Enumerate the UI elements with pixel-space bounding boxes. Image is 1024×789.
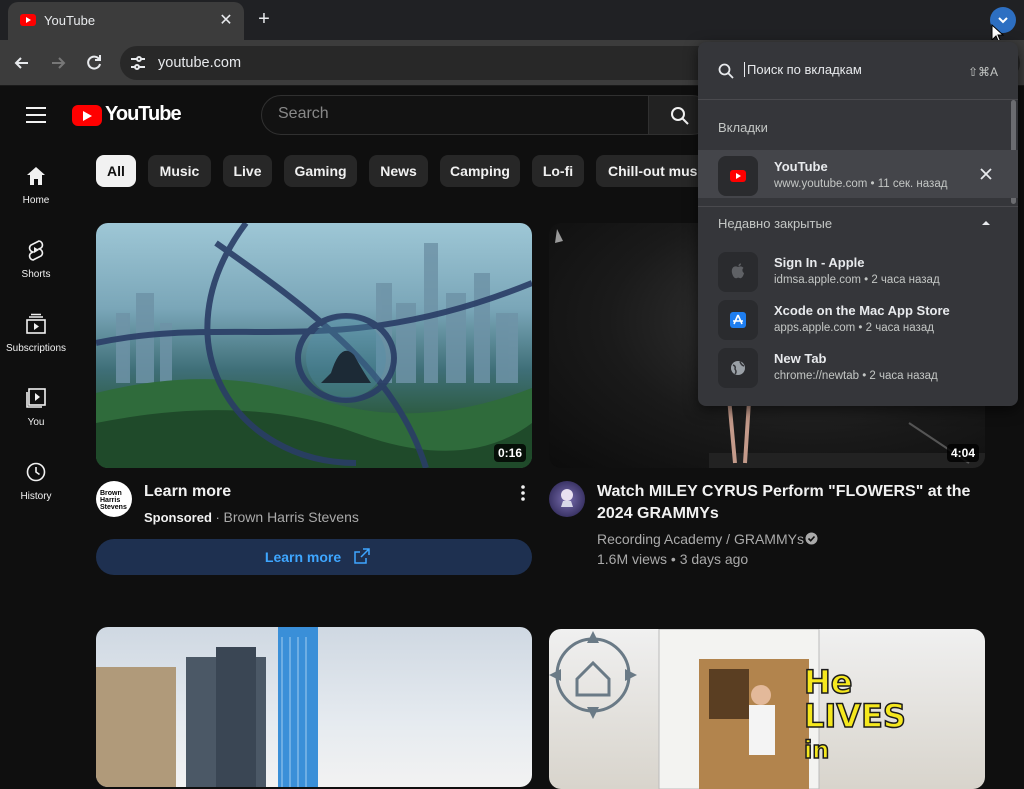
youtube-logo-text[interactable]: YouTube — [105, 103, 182, 126]
thumbnail-overlay-text: LIVES — [803, 697, 906, 735]
tab-item-title: New Tab — [774, 351, 827, 366]
city-artwork-image — [96, 223, 532, 468]
learn-more-button[interactable]: Learn more — [96, 539, 532, 575]
globe-icon — [718, 348, 758, 388]
chip-gaming[interactable]: Gaming — [284, 155, 357, 187]
recently-closed-header[interactable]: Недавно закрытые — [718, 216, 832, 231]
video-stats: 1.6M views • 3 days ago — [597, 551, 749, 567]
chip-camping[interactable]: Camping — [440, 155, 520, 187]
sidebar-label: Shorts — [21, 269, 51, 280]
recently-closed-item[interactable]: New Tab chrome://newtab • 2 часа назад — [698, 342, 1018, 390]
channel-avatar[interactable] — [549, 481, 585, 517]
sidebar-label: History — [20, 491, 52, 502]
buildings-image — [96, 627, 318, 787]
sidebar-item-you[interactable]: You — [0, 387, 72, 451]
more-options-icon[interactable] — [518, 484, 528, 502]
new-tab-button[interactable]: + — [254, 9, 274, 29]
ad-meta: Sponsored · Brown Harris Stevens — [144, 509, 359, 525]
tab-item-title: Xcode on the Mac App Store — [774, 303, 950, 318]
open-tabs-header: Вкладки — [718, 120, 768, 135]
close-tab-icon[interactable] — [980, 168, 992, 180]
chip-all[interactable]: All — [96, 155, 136, 187]
external-link-icon — [354, 548, 370, 564]
url-text: youtube.com — [158, 55, 242, 71]
verified-icon — [805, 532, 818, 545]
learn-more-label: Learn more — [264, 549, 342, 565]
browser-tab-youtube[interactable]: YouTube ✕ — [8, 2, 244, 40]
home-icon — [27, 167, 45, 185]
advertiser-name: Brown Harris Stevens — [223, 509, 359, 525]
site-settings-icon[interactable] — [128, 53, 148, 73]
keyboard-shortcut: ⇧⌘A — [967, 65, 998, 79]
tiny-house-image — [549, 629, 820, 789]
channel-name[interactable]: Recording Academy / GRAMMYs — [597, 531, 804, 547]
sidebar-label: You — [27, 417, 45, 428]
chip-live[interactable]: Live — [223, 155, 272, 187]
sidebar-item-history[interactable]: History — [0, 461, 72, 525]
tab-search-input[interactable] — [744, 62, 944, 77]
tab-item-title: Sign In - Apple — [774, 255, 865, 270]
tab-item-title: YouTube — [774, 159, 828, 174]
tab-item-subtitle: apps.apple.com • 2 часа назад — [774, 322, 934, 334]
sidebar-item-home[interactable]: Home — [0, 165, 72, 229]
video-duration: 4:04 — [946, 444, 979, 462]
youtube-logo-icon[interactable] — [72, 105, 102, 126]
meta-dot: · — [215, 510, 220, 525]
video-thumbnail[interactable]: 0:16 — [96, 223, 532, 468]
recently-closed-item[interactable]: Sign In - Apple idmsa.apple.com • 2 часа… — [698, 246, 1018, 294]
tab-search-header: ⇧⌘A — [698, 42, 1018, 100]
youtube-favicon-icon — [20, 14, 36, 26]
menu-icon[interactable] — [26, 107, 46, 123]
you-icon — [26, 388, 46, 408]
chip-chill-out-music[interactable]: Chill-out music — [596, 155, 706, 187]
sidebar-label: Home — [22, 195, 50, 206]
thumbnail-overlay-text: in — [803, 735, 830, 765]
chevron-up-icon[interactable] — [982, 220, 990, 226]
video-title[interactable]: Learn more — [144, 481, 231, 503]
chip-music[interactable]: Music — [148, 155, 211, 187]
tab-item-subtitle: idmsa.apple.com • 2 часа назад — [774, 274, 940, 286]
search-icon — [671, 107, 689, 125]
shorts-icon — [28, 240, 44, 261]
app-store-favicon-icon — [718, 300, 758, 340]
search-input[interactable] — [278, 105, 618, 123]
video-duration: 0:16 — [493, 444, 526, 462]
open-tab-item[interactable]: YouTube www.youtube.com • 11 сек. назад — [698, 150, 1018, 198]
sponsored-label: Sponsored — [144, 510, 212, 525]
youtube-favicon-icon — [718, 156, 758, 196]
tab-search-panel: ⇧⌘A Вкладки YouTube www.youtube.com • 11… — [698, 42, 1018, 406]
video-thumbnail[interactable] — [96, 627, 532, 787]
sidebar-item-shorts[interactable]: Shorts — [0, 239, 72, 303]
tab-item-subtitle: www.youtube.com • 11 сек. назад — [774, 178, 948, 190]
sidebar-label: Subscriptions — [5, 343, 67, 354]
history-icon — [26, 462, 46, 482]
forward-arrow-icon[interactable] — [47, 52, 69, 74]
chip-lofi[interactable]: Lo-fi — [532, 155, 584, 187]
chip-news[interactable]: News — [369, 155, 428, 187]
reload-icon[interactable] — [83, 52, 105, 74]
advertiser-avatar[interactable]: Brown Harris Stevens — [96, 481, 132, 517]
apple-favicon-icon — [718, 252, 758, 292]
thumbnail-overlay-text: He — [803, 663, 853, 701]
tab-item-subtitle: chrome://newtab • 2 часа назад — [774, 370, 938, 382]
grammy-logo-icon — [561, 489, 573, 507]
video-title[interactable]: Watch MILEY CYRUS Perform "FLOWERS" at t… — [597, 481, 977, 525]
tab-title: YouTube — [44, 13, 96, 28]
search-icon — [718, 63, 734, 79]
recently-closed-item[interactable]: Xcode on the Mac App Store apps.apple.co… — [698, 294, 1018, 342]
tab-close-icon[interactable]: ✕ — [216, 11, 236, 31]
back-arrow-icon[interactable] — [11, 52, 33, 74]
subscriptions-icon — [26, 313, 46, 334]
tab-strip: YouTube ✕ + — [0, 0, 1024, 44]
divider — [698, 206, 1018, 207]
search-box[interactable] — [261, 95, 649, 135]
sidebar-item-subscriptions[interactable]: Subscriptions — [0, 313, 72, 377]
video-thumbnail[interactable]: He LIVES in — [549, 629, 985, 789]
